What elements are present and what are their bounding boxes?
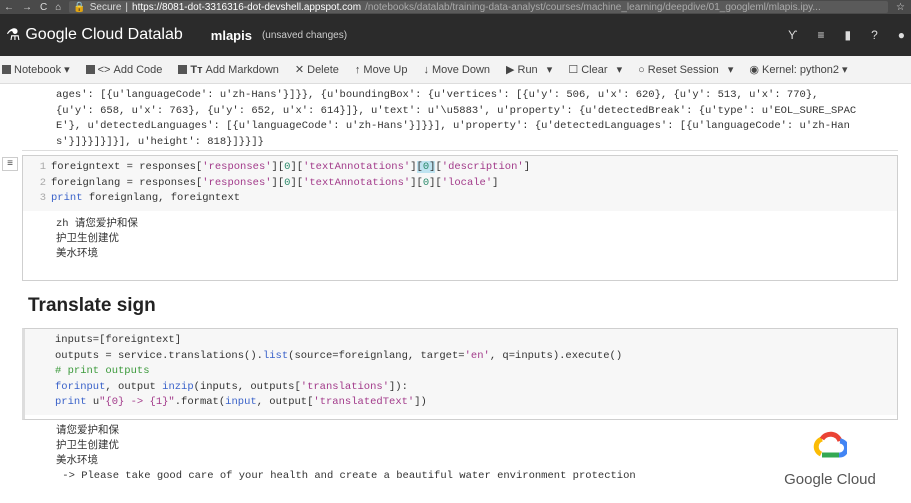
- close-icon: ✕: [294, 64, 305, 76]
- app-title[interactable]: Google Cloud Datalab: [25, 26, 182, 44]
- code-icon: <>: [97, 63, 111, 76]
- notebook-name[interactable]: mlapis: [211, 28, 252, 43]
- label: Reset Session: [647, 63, 719, 76]
- url-path: /notebooks/datalab/training-data-analyst…: [365, 1, 821, 13]
- label: Add Markdown: [205, 63, 279, 76]
- kernel-icon: ◉: [749, 64, 759, 76]
- add-code-button[interactable]: <> Add Code: [85, 63, 163, 76]
- list-icon[interactable]: ≡: [817, 28, 824, 42]
- bookmark-icon[interactable]: ▮: [844, 28, 851, 42]
- toolbar: Notebook ▾ <> Add Code Tт Add Markdown ✕ De…: [0, 56, 911, 84]
- cell-menu-icon[interactable]: ≡: [2, 157, 18, 171]
- output-line: {u'y': 658, u'x': 763}, {u'y': 652, u'x'…: [56, 104, 857, 117]
- label: Run: [517, 63, 538, 76]
- lock-icon: 🔒: [73, 1, 86, 13]
- previous-cell-output: ages': [{u'languageCode': u'zh-Hans'}]}}…: [56, 88, 896, 150]
- section-heading: Translate sign: [28, 295, 156, 316]
- address-bar[interactable]: 🔒 Secure | https://8081-dot-3316316-dot-…: [69, 1, 889, 13]
- code-cell[interactable]: 1 foreigntext = responses['responses'][0]…: [22, 155, 898, 281]
- reset-session-button[interactable]: ○ Reset Session ▾: [638, 63, 733, 77]
- label: Clear: [581, 63, 608, 76]
- run-button[interactable]: ▶ Run ▾: [506, 63, 552, 77]
- output-line: 请您爱护和保: [56, 425, 119, 437]
- save-status: (unsaved changes): [261, 29, 348, 41]
- flask-icon: ⚗: [6, 27, 21, 44]
- app-header: ⚗ Google Cloud Datalab mlapis (unsaved ch…: [0, 14, 911, 56]
- label: Delete: [307, 63, 339, 76]
- text-icon: Tт: [190, 63, 203, 76]
- output-line: 美水环境: [56, 455, 98, 467]
- label: Add Code: [113, 63, 163, 76]
- divider: [22, 150, 898, 151]
- reload-icon[interactable]: C: [40, 2, 47, 13]
- branch-icon[interactable]: Ƴ: [788, 28, 797, 42]
- code-editor[interactable]: 1 foreigntext = responses['responses'][0]…: [23, 156, 897, 211]
- kernel-menu[interactable]: ◉ Kernel: python2 ▾: [749, 63, 847, 77]
- home-icon[interactable]: ⌂: [55, 2, 61, 13]
- browser-bar: ← → C ⌂ 🔒 Secure | https://8081-dot-3316316…: [0, 0, 911, 14]
- bookmark-star-icon[interactable]: ☆: [896, 2, 905, 13]
- secure-label: Secure: [89, 1, 122, 13]
- cell-output: zh 请您爱护和保 护卫生创建优 美水环境: [23, 211, 897, 262]
- notebook-menu[interactable]: Notebook ▾: [2, 63, 70, 76]
- label: Move Up: [363, 63, 408, 76]
- cell-output: 请您爱护和保 护卫生创建优 美水环境 -> Please take good car…: [56, 424, 636, 484]
- move-down-button[interactable]: ↓ Move Down: [423, 64, 490, 76]
- play-icon: ▶: [506, 64, 515, 76]
- forward-icon[interactable]: →: [22, 2, 32, 13]
- output-line: 护卫生创建优: [56, 440, 119, 452]
- output-line: zh 请您爱护和保: [56, 217, 138, 230]
- output-line: E'}, u'detectedLanguages': [{u'languageC…: [56, 120, 850, 132]
- output-line: 护卫生创建优: [56, 232, 119, 245]
- back-icon[interactable]: ←: [4, 2, 14, 13]
- circle-icon: ○: [638, 63, 645, 76]
- help-icon[interactable]: ?: [871, 28, 878, 42]
- plus-icon: [178, 65, 188, 74]
- brand-text: Google Cloud: [784, 471, 876, 488]
- output-line: s'}]}}]}]}], u'height': 818}]}}]}: [56, 135, 264, 148]
- output-line: 美水环境: [56, 247, 98, 260]
- output-line: ages': [{u'languageCode': u'zh-Hans'}]}}…: [56, 89, 819, 101]
- square-icon: ☐: [568, 64, 579, 76]
- arrow-up-icon: ↑: [354, 63, 361, 76]
- google-cloud-logo: Google Cloud: [775, 430, 885, 488]
- cloud-icon: [813, 431, 849, 458]
- code-cell[interactable]: inputs=[foreigntext] outputs = service.t…: [22, 328, 898, 420]
- account-icon[interactable]: ●: [898, 28, 905, 42]
- clear-button[interactable]: ☐ Clear ▾: [568, 63, 622, 77]
- label: Kernel: python2: [761, 63, 840, 76]
- move-up-button[interactable]: ↑ Move Up: [355, 64, 408, 76]
- add-markdown-button[interactable]: Tт Add Markdown: [178, 63, 279, 76]
- arrow-down-icon: ↓: [423, 63, 429, 76]
- plus-icon: [85, 65, 95, 74]
- output-line: -> Please take good care of your health …: [56, 470, 636, 482]
- delete-button[interactable]: ✕ Delete: [294, 63, 339, 77]
- url-host: https://8081-dot-3316316-dot-devshell.ap…: [132, 1, 362, 13]
- label: Move Down: [431, 63, 491, 76]
- code-editor[interactable]: inputs=[foreigntext] outputs = service.t…: [25, 329, 897, 415]
- notebook-icon: [2, 65, 11, 74]
- label: Notebook: [14, 63, 62, 76]
